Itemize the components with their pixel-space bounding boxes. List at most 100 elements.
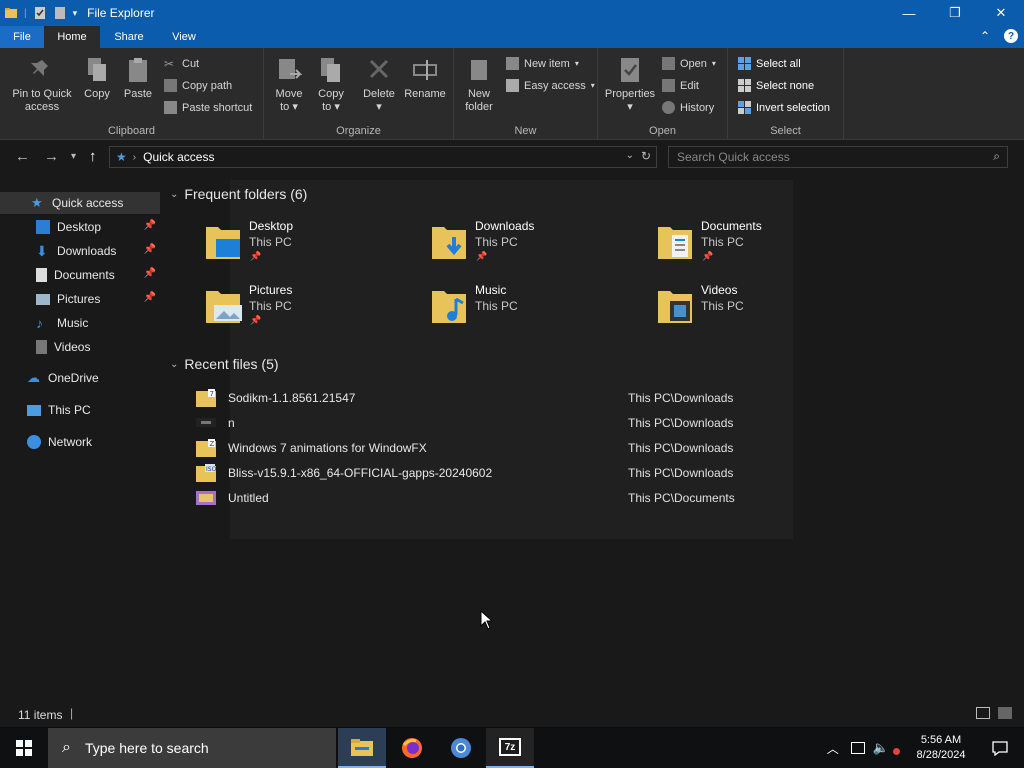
tab-share[interactable]: Share — [100, 26, 158, 48]
recent-file-row[interactable]: Z Windows 7 animations for WindowFX This… — [194, 437, 814, 459]
rename-button[interactable]: Rename — [402, 56, 448, 101]
details-view-icon[interactable] — [976, 707, 990, 719]
taskbar-clock[interactable]: 5:56 AM 8/28/2024 — [906, 733, 976, 763]
frequent-folders-header[interactable]: ⌄ Frequent folders (6) — [170, 186, 307, 202]
nav-item-desktop[interactable]: Desktop 📌 — [0, 216, 160, 238]
downloads-folder-icon — [430, 221, 470, 263]
nav-item-videos[interactable]: Videos — [0, 336, 160, 358]
properties-qat-icon[interactable] — [33, 6, 47, 20]
recent-file-row[interactable]: 7 Sodikm-1.1.8561.21547 This PC\Download… — [194, 387, 814, 409]
taskbar-chrome[interactable] — [437, 728, 485, 768]
content-pane: ⌄ Frequent folders (6) Desktop This PC 📌… — [160, 174, 1024, 702]
recent-files-header[interactable]: ⌄ Recent files (5) — [170, 356, 279, 372]
forward-arrow-icon[interactable]: → — [44, 148, 59, 165]
up-arrow-icon[interactable]: ↑ — [89, 148, 97, 165]
help-icon[interactable]: ? — [1004, 29, 1018, 43]
large-icons-view-icon[interactable] — [998, 707, 1012, 719]
folder-tile-music[interactable]: Music This PC — [430, 283, 630, 333]
copy-path-button[interactable]: Copy path — [164, 79, 232, 92]
nav-item-this-pc[interactable]: This PC — [0, 399, 160, 421]
breadcrumb: Quick access — [143, 150, 215, 164]
search-input[interactable]: Search Quick access — [677, 150, 790, 164]
nav-item-pictures[interactable]: Pictures 📌 — [0, 288, 160, 310]
tab-view[interactable]: View — [158, 26, 210, 48]
address-bar[interactable]: ★ › Quick access ⌄ ↻ — [109, 146, 657, 168]
tab-home[interactable]: Home — [44, 26, 100, 48]
folder-tile-pictures[interactable]: Pictures This PC 📌 — [204, 283, 404, 333]
nav-item-onedrive[interactable]: ☁ OneDrive — [0, 367, 160, 389]
invert-selection-button[interactable]: Invert selection — [738, 101, 830, 114]
copy-to-button[interactable]: Copy to ▾ — [314, 56, 348, 114]
open-button[interactable]: Open ▾ — [662, 57, 716, 70]
open-label: Open — [649, 125, 676, 137]
cut-button[interactable]: ✂ Cut — [164, 57, 199, 71]
search-box[interactable]: Search Quick access ⌕ — [668, 146, 1008, 168]
refresh-icon[interactable]: ↻ — [641, 149, 651, 163]
network-icon — [27, 435, 41, 449]
new-folder-icon — [466, 56, 492, 84]
recent-locations-chevron-icon[interactable]: ▾ — [71, 151, 76, 162]
back-arrow-icon[interactable]: ← — [15, 148, 30, 165]
pin-icon: 📌 — [250, 251, 262, 261]
folder-tile-documents[interactable]: Documents This PC 📌 — [656, 219, 856, 269]
easy-access-button[interactable]: Easy access ▾ — [506, 79, 595, 92]
folder-tile-videos[interactable]: Videos This PC — [656, 283, 856, 333]
new-item-button[interactable]: New item ▾ — [506, 57, 579, 70]
close-icon[interactable]: ✕ — [978, 0, 1024, 26]
nav-item-network[interactable]: Network — [0, 431, 160, 453]
nav-item-music[interactable]: ♪ Music — [0, 312, 160, 334]
notification-icon[interactable] — [976, 740, 1024, 756]
taskbar-firefox[interactable] — [388, 728, 436, 768]
new-folder-button[interactable]: New folder — [460, 56, 498, 114]
svg-text:ISO: ISO — [206, 466, 216, 473]
maximize-icon[interactable]: ❐ — [932, 0, 978, 26]
search-icon: ⌕ — [62, 739, 71, 756]
status-bar: 11 items | — [0, 702, 1024, 727]
minimize-icon[interactable]: — — [886, 0, 932, 26]
chevron-down-icon: ⌄ — [170, 358, 179, 370]
nav-item-documents[interactable]: Documents 📌 — [0, 264, 160, 286]
open-group: Properties ▾ Open ▾ Edit History Open — [598, 48, 728, 140]
folder-tile-downloads[interactable]: Downloads This PC 📌 — [430, 219, 630, 269]
svg-text:7: 7 — [210, 390, 214, 398]
customize-qat-icon[interactable]: ▾ — [73, 8, 78, 19]
easy-access-icon — [506, 79, 519, 92]
select-group: Select all Select none Invert selection … — [728, 48, 844, 140]
network-tray-icon[interactable] — [850, 742, 865, 754]
recent-file-row[interactable]: n This PC\Downloads — [194, 412, 814, 434]
chevron-up-icon[interactable]: ︿ — [827, 740, 839, 757]
select-label: Select — [770, 125, 801, 137]
pin-to-quick-access-button[interactable]: Pin to Quick access — [8, 56, 76, 114]
address-dropdown-icon[interactable]: ⌄ — [626, 150, 634, 161]
move-to-button[interactable]: Move to ▾ — [272, 56, 306, 114]
recent-file-row[interactable]: Untitled This PC\Documents — [194, 487, 814, 509]
edit-button[interactable]: Edit — [662, 79, 699, 92]
tab-file[interactable]: File — [0, 26, 44, 48]
copy-button[interactable]: Copy — [80, 56, 114, 101]
select-all-button[interactable]: Select all — [738, 57, 801, 70]
taskbar-search-input[interactable]: Type here to search — [85, 740, 209, 756]
taskbar-file-explorer[interactable] — [338, 728, 386, 768]
nav-item-quick-access[interactable]: ★ Quick access — [0, 192, 160, 214]
delete-button[interactable]: Delete ▾ — [360, 56, 398, 114]
recent-file-row[interactable]: ISO Bliss-v15.9.1-x86_64-OFFICIAL-gapps-… — [194, 462, 814, 484]
properties-button[interactable]: Properties ▾ — [602, 56, 658, 114]
desktop-icon — [36, 220, 50, 234]
paste-shortcut-button[interactable]: Paste shortcut — [164, 101, 252, 114]
volume-muted-icon[interactable]: 🔈 — [873, 740, 889, 756]
chevron-down-icon: ⌄ — [170, 188, 179, 200]
document-icon — [36, 268, 47, 282]
collapse-ribbon-icon[interactable]: ⌃ — [980, 29, 990, 43]
folder-tile-desktop[interactable]: Desktop This PC 📌 — [204, 219, 404, 269]
nav-item-downloads[interactable]: ⬇ Downloads 📌 — [0, 240, 160, 262]
start-button[interactable] — [0, 728, 48, 768]
taskbar-search[interactable]: ⌕ Type here to search — [48, 728, 336, 768]
taskbar-7zip[interactable]: 7z — [486, 728, 534, 768]
history-button[interactable]: History — [662, 101, 714, 114]
breadcrumb-separator-icon: › — [132, 151, 137, 163]
copy-to-icon — [318, 56, 344, 84]
new-group: New folder New item ▾ Easy access ▾ New — [454, 48, 598, 140]
paste-button[interactable]: Paste — [120, 56, 156, 101]
select-none-button[interactable]: Select none — [738, 79, 814, 92]
new-folder-qat-icon[interactable] — [53, 6, 67, 20]
